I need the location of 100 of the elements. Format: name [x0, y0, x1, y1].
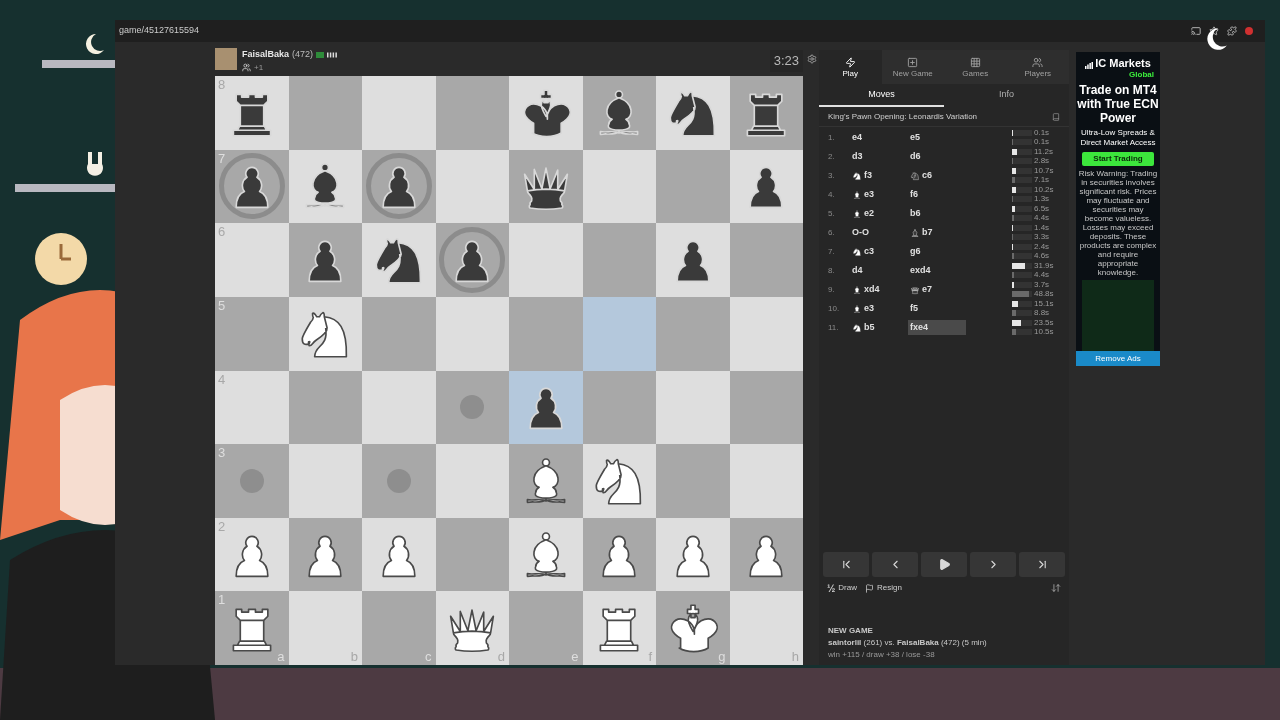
move-entry[interactable]: d4	[850, 263, 908, 278]
board-square[interactable]	[729, 517, 803, 592]
sub-tab[interactable]: Info	[944, 85, 1069, 107]
move-entry[interactable]: e4	[850, 130, 908, 145]
move-entry[interactable]: g6	[908, 244, 966, 259]
time-text: 2.4s	[1034, 243, 1051, 251]
move-number: 3.	[828, 169, 836, 182]
board-square[interactable]	[656, 517, 730, 592]
extension-icon[interactable]	[1245, 27, 1253, 35]
move-number: 10.	[828, 302, 841, 315]
resign-button[interactable]: Resign	[865, 582, 902, 594]
clock-display: 3:23	[769, 50, 803, 72]
clock-icon	[32, 230, 90, 288]
ad-subline: Ultra-Low Spreads & Direct Market Access	[1079, 128, 1157, 148]
move-entry[interactable]: f3	[850, 168, 908, 183]
board-square[interactable]	[509, 149, 583, 224]
move-entry[interactable]: c3	[850, 244, 908, 259]
time-text: 11.2s	[1034, 148, 1054, 156]
board-square[interactable]	[362, 223, 436, 297]
draw-button[interactable]: ½ Draw	[827, 580, 857, 596]
board-square[interactable]	[582, 444, 656, 518]
move-entry[interactable]: e7	[908, 282, 966, 297]
board-square[interactable]	[288, 149, 362, 224]
move-entry[interactable]: b5	[850, 320, 908, 335]
bars-logo-icon	[1085, 62, 1094, 69]
board-square[interactable]	[582, 76, 656, 150]
board-square[interactable]	[656, 76, 730, 150]
move-number: 4.	[828, 188, 836, 201]
board-square[interactable]	[288, 517, 362, 592]
cast-icon[interactable]	[1191, 26, 1201, 36]
time-text: 2.8s	[1034, 157, 1051, 165]
board-square[interactable]	[509, 444, 583, 518]
board-square[interactable]	[509, 517, 583, 592]
puzzle-icon[interactable]	[1227, 26, 1237, 36]
move-entry[interactable]: c6	[908, 168, 966, 183]
move-entry[interactable]: O-O	[850, 225, 908, 240]
time-text: 7.1s	[1034, 176, 1051, 184]
move-number: 8.	[828, 264, 836, 277]
top-tab[interactable]: Players	[1006, 50, 1069, 84]
opening-name: King's Pawn Opening: Leonardis Variation	[828, 110, 978, 123]
play-icon	[937, 558, 951, 571]
board-square[interactable]	[362, 517, 436, 592]
users-icon	[242, 63, 251, 72]
board-square[interactable]	[729, 76, 803, 150]
start-trading-button[interactable]: Start Trading	[1082, 152, 1154, 166]
move-entry[interactable]: fxe4	[908, 320, 966, 335]
book-icon[interactable]	[1052, 112, 1060, 121]
time-text: 1.3s	[1034, 195, 1051, 203]
move-entry[interactable]: f5	[908, 301, 966, 316]
board-square[interactable]	[656, 223, 730, 297]
nav-button[interactable]	[921, 552, 967, 577]
time-text: 0.1s	[1034, 138, 1051, 146]
top-tab[interactable]: New Game	[881, 50, 944, 84]
sub-tab[interactable]: Moves	[819, 85, 944, 107]
board-square[interactable]	[288, 296, 362, 371]
ad-disclaimer: Risk Warning: Trading in securities involves significant risk. Prices may fluctuate and securities may become valueless. Losses may exceed deposits. These products are complex and require appropriate knowledge.	[1077, 169, 1159, 277]
player-name[interactable]: FaisalBaka	[242, 48, 290, 62]
move-entry[interactable]: d6	[908, 149, 966, 164]
move-entry[interactable]: b6	[908, 206, 966, 221]
top-tab[interactable]: Games	[944, 50, 1007, 84]
top-tab[interactable]: Play	[819, 50, 882, 84]
move-entry[interactable]: exd4	[908, 263, 966, 278]
move-entry[interactable]: f6	[908, 187, 966, 202]
board-square[interactable]	[509, 370, 583, 445]
ad-headline: Trade on MT4 with True ECN Power	[1076, 83, 1160, 125]
move-number: 7.	[828, 245, 836, 258]
settings-icon[interactable]	[807, 54, 817, 64]
time-text: 10.7s	[1034, 167, 1055, 175]
board-square[interactable]	[288, 223, 362, 297]
move-entry[interactable]: d3	[850, 149, 908, 164]
move-entry[interactable]: b7	[908, 225, 966, 240]
ad-brand: IC Markets	[1095, 58, 1151, 69]
ad-image-placeholder	[1082, 280, 1154, 351]
address-text[interactable]: game/45127615594	[119, 24, 200, 38]
move-entry[interactable]: e5	[908, 130, 966, 145]
time-text: 23.5s	[1034, 319, 1055, 327]
ad-brand-sub: Global	[1129, 69, 1154, 81]
board-square[interactable]	[582, 517, 656, 592]
move-entry[interactable]: e2	[850, 206, 908, 221]
game-players: saintorlil (261) vs. FaisalBaka (472) (5 min)	[828, 637, 988, 649]
move-number: 6.	[828, 226, 836, 239]
star-icon[interactable]	[1209, 26, 1219, 36]
board-square[interactable]	[729, 149, 803, 224]
time-text: 31.9s	[1034, 262, 1055, 270]
move-entry[interactable]: e3	[850, 301, 908, 316]
board-square[interactable]	[509, 76, 583, 150]
flag-icon	[316, 51, 325, 58]
move-number: 2.	[828, 150, 836, 163]
time-text: 0.1s	[1034, 129, 1051, 137]
time-text: 6.5s	[1034, 205, 1051, 213]
move-entry[interactable]: e3	[850, 187, 908, 202]
move-entry[interactable]: xd4	[850, 282, 908, 297]
remove-ads-button[interactable]: Remove Ads	[1076, 351, 1160, 366]
ad-banner[interactable]	[1076, 52, 1160, 366]
swap-icon[interactable]	[1051, 583, 1061, 593]
time-text: 4.6s	[1034, 252, 1051, 260]
time-text: 15.1s	[1034, 300, 1055, 308]
game-heading: NEW GAME	[828, 625, 874, 637]
time-text: 4.4s	[1034, 271, 1051, 279]
time-text: 8.8s	[1034, 309, 1051, 317]
